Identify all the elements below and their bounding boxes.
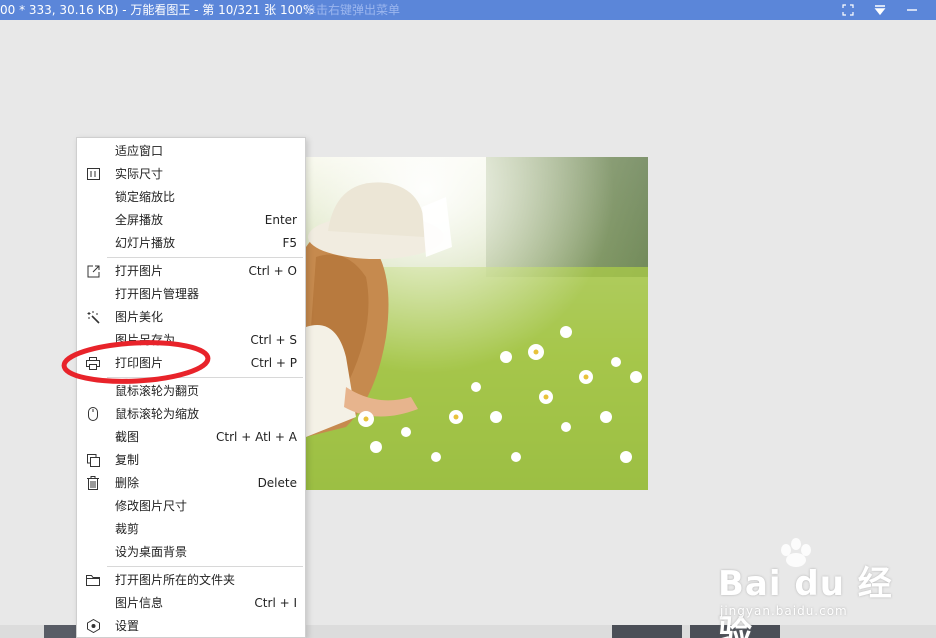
settings-icon xyxy=(85,618,101,634)
menu-item-shortcut: Ctrl + P xyxy=(250,356,297,370)
actual-size-icon xyxy=(85,166,101,182)
menu-item-shortcut: Ctrl + O xyxy=(248,264,297,278)
menu-item-label: 锁定缩放比 xyxy=(115,190,176,204)
menu-divider xyxy=(107,377,303,378)
menu-item-label: 打印图片 xyxy=(115,356,164,370)
copy-icon xyxy=(85,452,101,468)
menu-item-label: 鼠标滚轮为缩放 xyxy=(115,407,200,421)
menu-item-actual-size[interactable]: 实际尺寸 xyxy=(77,163,305,185)
toolbar-segment xyxy=(690,625,780,638)
menu-item-lock-zoom[interactable]: 锁定缩放比 xyxy=(77,186,305,208)
menu-item-label: 实际尺寸 xyxy=(115,167,164,181)
menu-item-crop[interactable]: 裁剪 xyxy=(77,518,305,540)
menu-item-resize[interactable]: 修改图片尺寸 xyxy=(77,495,305,517)
menu-item-label: 截图 xyxy=(115,430,140,444)
menu-item-label: 复制 xyxy=(115,453,140,467)
menu-item-label: 删除 xyxy=(115,476,140,490)
dropdown-arrow-icon[interactable] xyxy=(870,0,890,20)
menu-item-copy[interactable]: 复制 xyxy=(77,449,305,471)
menu-divider xyxy=(107,257,303,258)
menu-item-label: 图片美化 xyxy=(115,310,164,324)
minimize-icon[interactable] xyxy=(902,0,922,20)
menu-item-settings[interactable]: 设置 xyxy=(77,615,305,637)
trash-icon xyxy=(85,475,101,491)
magic-wand-icon xyxy=(85,309,101,325)
toolbar-segment xyxy=(612,625,682,638)
menu-item-shortcut: F5 xyxy=(282,236,297,250)
menu-item-fullscreen[interactable]: 全屏播放 Enter xyxy=(77,209,305,231)
menu-item-label: 鼠标滚轮为翻页 xyxy=(115,384,200,398)
menu-item-label: 幻灯片播放 xyxy=(115,236,176,250)
window-title: 00 * 333, 30.16 KB) - 万能看图王 - 第 10/321 张… xyxy=(0,3,315,17)
menu-item-delete[interactable]: 删除 Delete xyxy=(77,472,305,494)
menu-item-wheel-zoom[interactable]: 鼠标滚轮为缩放 xyxy=(77,403,305,425)
menu-item-label: 打开图片所在的文件夹 xyxy=(115,573,236,587)
menu-item-label: 打开图片 xyxy=(115,264,164,278)
menu-item-label: 设置 xyxy=(115,619,140,633)
open-external-icon xyxy=(85,263,101,279)
menu-item-label: 修改图片尺寸 xyxy=(115,499,188,513)
menu-item-image-manager[interactable]: 打开图片管理器 xyxy=(77,283,305,305)
title-bar: 00 * 333, 30.16 KB) - 万能看图王 - 第 10/321 张… xyxy=(0,0,936,20)
menu-item-shortcut: Delete xyxy=(257,476,297,490)
menu-item-label: 设为桌面背景 xyxy=(115,545,188,559)
menu-item-set-wallpaper[interactable]: 设为桌面背景 xyxy=(77,541,305,563)
menu-item-label: 打开图片管理器 xyxy=(115,287,200,301)
girl-in-flower-meadow-photo[interactable] xyxy=(306,157,648,490)
menu-item-label: 全屏播放 xyxy=(115,213,164,227)
menu-item-shortcut: Ctrl + Atl + A xyxy=(216,430,297,444)
menu-item-label: 图片信息 xyxy=(115,596,164,610)
menu-item-beautify[interactable]: 图片美化 xyxy=(77,306,305,328)
printer-icon xyxy=(85,355,101,371)
context-menu: 适应窗口 实际尺寸 锁定缩放比 全屏播放 Enter 幻灯片播放 F5 打开图片… xyxy=(76,137,306,638)
menu-item-shortcut: Enter xyxy=(264,213,297,227)
menu-divider xyxy=(107,566,303,567)
menu-item-open-image[interactable]: 打开图片 Ctrl + O xyxy=(77,260,305,282)
menu-item-screenshot[interactable]: 截图 Ctrl + Atl + A xyxy=(77,426,305,448)
menu-item-label: 图片另存为 xyxy=(115,333,176,347)
menu-item-shortcut: Ctrl + S xyxy=(250,333,297,347)
menu-item-fit-window[interactable]: 适应窗口 xyxy=(77,140,305,162)
hint-text: 单击右键弹出菜单 xyxy=(304,3,401,17)
menu-item-shortcut: Ctrl + I xyxy=(254,596,297,610)
menu-item-slideshow[interactable]: 幻灯片播放 F5 xyxy=(77,232,305,254)
folder-icon xyxy=(85,572,101,588)
mouse-icon xyxy=(85,406,101,422)
menu-item-label: 裁剪 xyxy=(115,522,140,536)
menu-item-open-folder[interactable]: 打开图片所在的文件夹 xyxy=(77,569,305,591)
menu-item-save-as[interactable]: 图片另存为 Ctrl + S xyxy=(77,329,305,351)
menu-item-image-info[interactable]: 图片信息 Ctrl + I xyxy=(77,592,305,614)
menu-item-print[interactable]: 打印图片 Ctrl + P xyxy=(77,352,305,374)
fit-screen-icon[interactable] xyxy=(838,0,858,20)
menu-item-label: 适应窗口 xyxy=(115,144,164,158)
menu-item-wheel-page[interactable]: 鼠标滚轮为翻页 xyxy=(77,380,305,402)
